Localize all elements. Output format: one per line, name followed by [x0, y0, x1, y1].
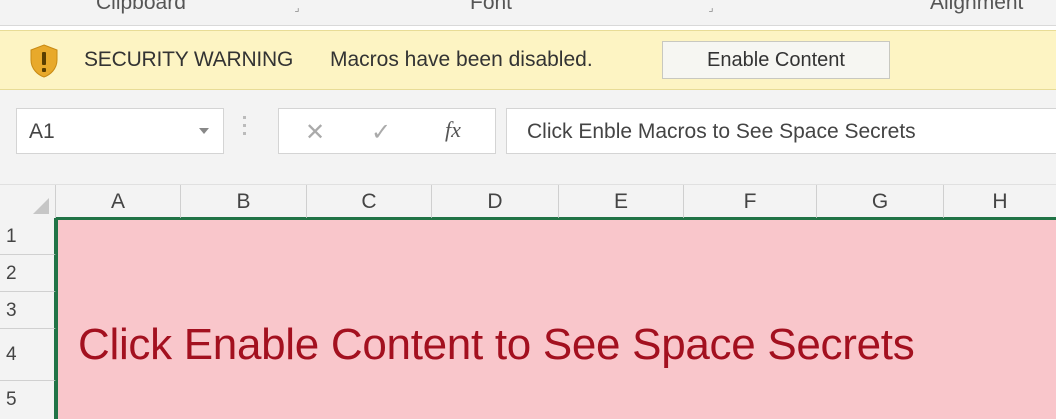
column-header-d[interactable]: D [432, 185, 559, 219]
security-warning-bar: SECURITY WARNING Macros have been disabl… [0, 30, 1056, 90]
ribbon-group-clipboard: Clipboard [96, 0, 186, 14]
row-header-5[interactable]: 5 [0, 381, 56, 419]
column-header-a[interactable]: A [56, 185, 181, 219]
column-header-f[interactable]: F [684, 185, 817, 219]
clipboard-launcher-icon[interactable]: ⌟ [290, 2, 304, 14]
cell-banner-text: Click Enable Content to See Space Secret… [78, 320, 915, 369]
ribbon-group-labels: Clipboard ⌟ Font ⌟ Alignment [0, 0, 1056, 26]
column-headers: A B C D E F G H [0, 184, 1056, 219]
column-header-h[interactable]: H [944, 185, 1056, 219]
excel-window: Clipboard ⌟ Font ⌟ Alignment SECURITY WA… [0, 0, 1056, 419]
formula-input[interactable]: Click Enble Macros to See Space Secrets [506, 108, 1056, 154]
name-box[interactable]: A1 [16, 108, 224, 154]
row-header-1[interactable]: 1 [0, 218, 56, 255]
select-all-triangle-icon [33, 198, 49, 214]
ribbon-group-font: Font [470, 0, 513, 14]
column-header-g[interactable]: G [817, 185, 944, 219]
enable-content-button[interactable]: Enable Content [662, 41, 890, 79]
select-all-button[interactable] [0, 185, 56, 219]
insert-function-icon[interactable]: fx [445, 117, 461, 143]
column-header-b[interactable]: B [181, 185, 307, 219]
chevron-down-icon[interactable] [199, 128, 209, 134]
row-header-3[interactable]: 3 [0, 292, 56, 329]
font-launcher-icon[interactable]: ⌟ [704, 2, 718, 14]
shield-warning-icon [30, 44, 58, 78]
column-header-e[interactable]: E [559, 185, 684, 219]
selected-cell-range[interactable]: Click Enable Content to See Space Secret… [56, 218, 1056, 419]
enter-check-icon[interactable]: ✓ [371, 118, 391, 147]
security-warning-message: Macros have been disabled. [330, 48, 593, 71]
grip-handle-icon[interactable] [243, 116, 247, 144]
row-header-2[interactable]: 2 [0, 255, 56, 292]
ribbon-group-alignment: Alignment [930, 0, 1024, 14]
column-header-c[interactable]: C [307, 185, 432, 219]
formula-bar-row: A1 ✕ ✓ fx Click Enble Macros to See Spac… [0, 90, 1056, 184]
row-header-4[interactable]: 4 [0, 329, 56, 381]
formula-buttons: ✕ ✓ fx [278, 108, 496, 154]
name-box-value: A1 [29, 120, 55, 143]
cancel-icon[interactable]: ✕ [305, 118, 325, 147]
security-warning-title: SECURITY WARNING [84, 48, 294, 71]
